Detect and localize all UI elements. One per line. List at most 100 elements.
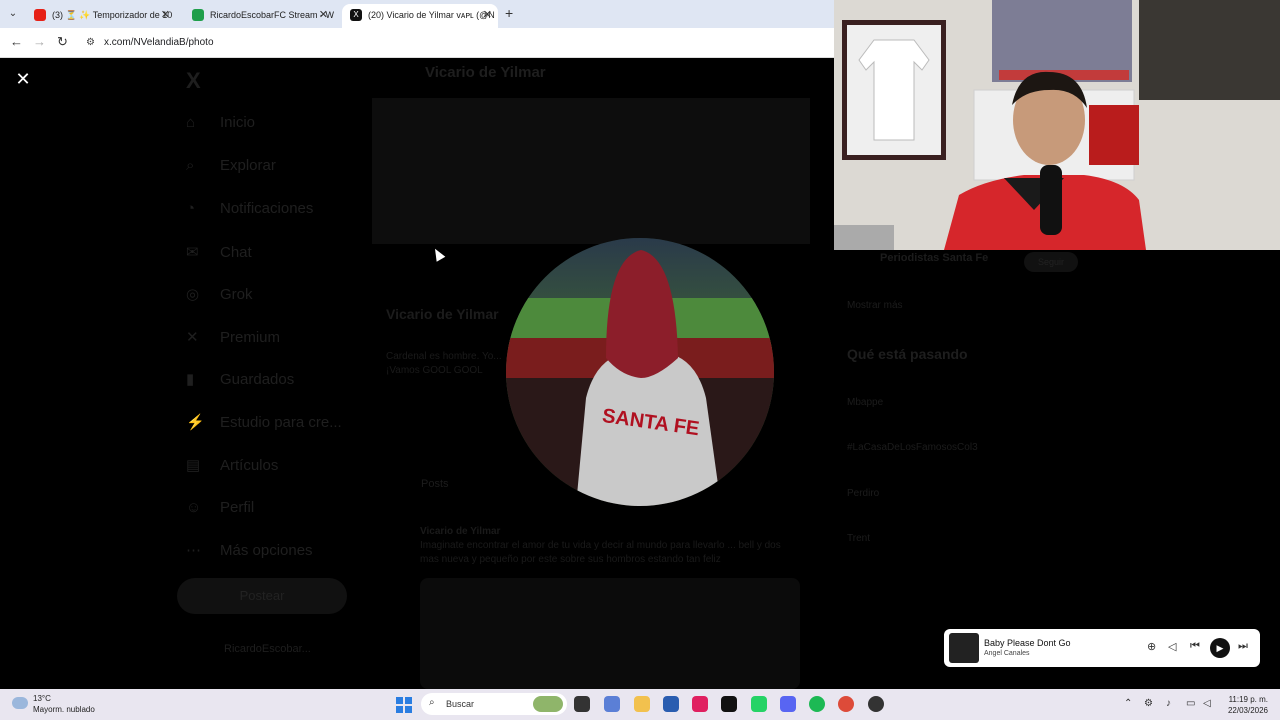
x-icon: X xyxy=(350,9,362,21)
nav-grok[interactable]: ◎ Grok xyxy=(186,285,253,315)
x-logo-icon: X xyxy=(186,68,201,93)
forward-icon[interactable]: → xyxy=(33,34,46,49)
nav-mas-opciones[interactable]: ⋯ Más opciones xyxy=(186,541,313,571)
wifi-icon[interactable]: ▭ xyxy=(1186,698,1195,709)
clock-time: 11:19 p. m. xyxy=(1228,695,1268,704)
nav-estudio[interactable]: ⚡ Estudio para cre... xyxy=(186,413,342,443)
mouse-cursor xyxy=(430,246,446,262)
grok-icon: ◎ xyxy=(186,286,200,303)
bell-icon: ◔ xyxy=(186,200,196,217)
store-icon[interactable] xyxy=(663,696,679,712)
taskbar: 13°C Mayorm. nublado ⌕ Buscar ⌃ ⚙ ♪ ▭ ◁ … xyxy=(0,689,1280,720)
discord-icon[interactable] xyxy=(780,696,796,712)
tab-timer[interactable]: (3) ⏳ ✨ Temporizador de 10 ✕ xyxy=(26,4,176,28)
premium-icon: ✕ xyxy=(186,329,199,346)
nav-premium[interactable]: ✕ Premium xyxy=(186,328,280,358)
stream-icon xyxy=(192,9,204,21)
profile-name: Vicario de Yilmar xyxy=(386,306,499,322)
trending-heading: Qué está pasando xyxy=(847,346,968,362)
nav-chat[interactable]: ✉ Chat xyxy=(186,243,252,273)
trend-item[interactable]: Trent xyxy=(847,533,870,544)
nav-guardados[interactable]: ▮ Guardados xyxy=(186,370,294,400)
right-sidebar: Periodistas Santa Fe Seguir Mostrar más … xyxy=(834,250,1280,689)
volume-icon[interactable]: ◁ xyxy=(1168,640,1176,653)
article-icon: ▤ xyxy=(186,457,201,474)
trend-item[interactable]: Perdiro xyxy=(847,488,879,499)
post: Vicario de Yilmar Imaginate encontrar el… xyxy=(420,525,800,567)
previous-icon[interactable]: ⏮ xyxy=(1190,640,1200,653)
spotify-icon[interactable] xyxy=(809,696,825,712)
post-media xyxy=(420,578,800,689)
file-explorer-icon[interactable] xyxy=(634,696,650,712)
nav-perfil[interactable]: ☺ Perfil xyxy=(186,499,254,529)
app-icon[interactable] xyxy=(868,696,884,712)
nav-articulos[interactable]: ▤ Artículos xyxy=(186,456,278,486)
search-icon: ⌕ xyxy=(186,157,195,174)
new-tab-button[interactable]: + xyxy=(505,5,513,21)
trend-item[interactable]: Mbappe xyxy=(847,397,883,408)
tray-chevron-icon[interactable]: ⌃ xyxy=(1124,698,1132,709)
tiktok-icon[interactable] xyxy=(721,696,737,712)
tab-search-icon[interactable]: ⌄ xyxy=(6,7,20,21)
clock-date: 22/03/2026 xyxy=(1227,706,1268,715)
post-button[interactable]: Postear xyxy=(177,578,347,614)
search-icon: ⌕ xyxy=(429,697,435,708)
webcam-overlay xyxy=(834,0,1280,250)
track-artist: Angel Canales xyxy=(984,650,1030,657)
follow-button[interactable]: Seguir xyxy=(1024,252,1078,272)
weather-condition[interactable]: Mayorm. nublado xyxy=(33,705,95,714)
address-bar: ← → ↻ ⚙ x.com/NVelandiaB/photo xyxy=(0,28,834,58)
play-button[interactable]: ▶ xyxy=(1210,638,1230,658)
profile-banner xyxy=(372,98,810,244)
close-icon[interactable]: ✕ xyxy=(319,4,328,26)
screen: ⌄ (3) ⏳ ✨ Temporizador de 10 ✕ RicardoEs… xyxy=(0,0,1280,720)
whatsapp-icon[interactable] xyxy=(751,696,767,712)
tab-stream[interactable]: RicardoEscobarFC Stream - Wa ✕ xyxy=(184,4,334,28)
nav-notificaciones[interactable]: ◔ Notificaciones xyxy=(186,200,313,230)
mic-icon[interactable]: ♪ xyxy=(1166,698,1171,709)
network-icon[interactable]: ⚙ xyxy=(1144,698,1153,709)
start-button[interactable] xyxy=(396,697,412,713)
tab-label: (20) Vicario de Yilmar vᴀᴘʟ (@N xyxy=(368,10,495,20)
copilot-icon[interactable] xyxy=(604,696,620,712)
account-name[interactable]: RicardoEscobar... xyxy=(224,643,311,655)
volume-icon[interactable]: ◁ xyxy=(1203,698,1211,709)
search-highlight-icon xyxy=(533,696,563,712)
nav-inicio[interactable]: ⌂ Inicio xyxy=(186,114,255,144)
taskbar-search[interactable]: ⌕ Buscar xyxy=(421,693,567,715)
profile-icon: ☺ xyxy=(186,499,202,516)
tiktok-studio-icon[interactable] xyxy=(692,696,708,712)
url-field[interactable]: x.com/NVelandiaB/photo xyxy=(104,37,214,48)
nav-explorar[interactable]: ⌕ Explorar xyxy=(186,157,276,187)
page-viewport: X ⌂ Inicio ⌕ Explorar ◔ Notificaciones ✉ Cha… xyxy=(0,58,834,689)
tab-x-profile[interactable]: X (20) Vicario de Yilmar vᴀᴘʟ (@N ✕ xyxy=(342,4,498,28)
close-icon[interactable]: ✕ xyxy=(161,4,170,26)
bookmark-icon: ▮ xyxy=(186,371,195,388)
profile-photo: SANTA FE xyxy=(506,238,774,506)
next-icon[interactable]: ⏭ xyxy=(1238,640,1248,653)
site-info-icon[interactable]: ⚙ xyxy=(86,37,95,48)
weather-icon[interactable] xyxy=(12,697,28,709)
search-placeholder: Buscar xyxy=(446,699,475,709)
system-clock[interactable]: 11:19 p. m. 22/03/2026 xyxy=(1228,694,1268,716)
suggested-account[interactable]: Periodistas Santa Fe xyxy=(880,252,988,264)
album-art xyxy=(949,633,979,663)
close-photo-button[interactable]: ✕ xyxy=(14,70,32,88)
show-more-link[interactable]: Mostrar más xyxy=(847,300,903,311)
photo-image: SANTA FE xyxy=(506,238,774,506)
post-text: Imaginate encontrar el amor de tu vida y… xyxy=(420,540,781,565)
add-icon[interactable]: ⊕ xyxy=(1147,640,1156,653)
tab-posts[interactable]: Posts xyxy=(421,478,449,490)
close-icon[interactable]: ✕ xyxy=(483,4,492,26)
temperature[interactable]: 13°C xyxy=(33,694,51,703)
track-title: Baby Please Dont Go xyxy=(984,638,1071,648)
tab-label: RicardoEscobarFC Stream - Wa xyxy=(210,10,334,20)
reload-icon[interactable]: ↻ xyxy=(57,34,68,50)
webcam-image xyxy=(834,0,1280,250)
task-view-icon[interactable] xyxy=(574,696,590,712)
profile-header-name: Vicario de Yilmar xyxy=(425,64,546,81)
back-icon[interactable]: ← xyxy=(10,34,23,49)
trend-item[interactable]: #LaCasaDeLosFamososCol3 xyxy=(847,442,978,453)
home-icon: ⌂ xyxy=(186,114,196,131)
chrome-icon[interactable] xyxy=(838,696,854,712)
